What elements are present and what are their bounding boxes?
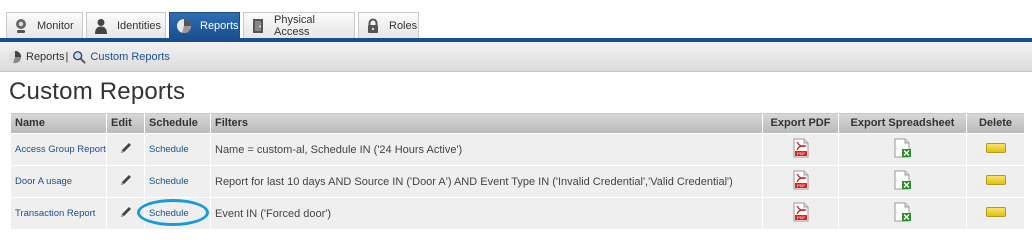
schedule-highlight: Schedule — [137, 199, 209, 226]
highlight-circle — [137, 199, 209, 226]
webcam-icon — [13, 18, 29, 34]
col-header-export-spreadsheet: Export Spreadsheet — [838, 112, 967, 134]
col-header-export-pdf: Export PDF — [762, 112, 839, 134]
pdf-export-icon[interactable]: PDF — [793, 202, 809, 222]
table-header-row: Name Edit Schedule Filters Export PDF Ex… — [10, 112, 1025, 134]
schedule-link[interactable]: Schedule — [149, 176, 189, 187]
report-filters: Report for last 10 days AND Source IN ('… — [210, 165, 763, 198]
tab-label: Physical Access — [274, 13, 315, 38]
svg-text:PDF: PDF — [797, 215, 806, 220]
spreadsheet-export-icon[interactable] — [894, 202, 912, 222]
table-row: Access Group Report Schedule Name = cust… — [10, 133, 1025, 166]
top-nav-bar: Monitor Identities Reports Physical Acce… — [0, 0, 1032, 40]
door-icon — [250, 18, 266, 34]
spreadsheet-export-icon[interactable] — [894, 170, 912, 190]
col-header-name[interactable]: Name — [10, 112, 107, 134]
report-name-link[interactable]: Transaction Report — [15, 208, 95, 219]
col-header-edit: Edit — [106, 112, 145, 134]
tab-label: Reports — [200, 19, 239, 32]
svg-text:PDF: PDF — [797, 151, 806, 156]
tab-label: Roles — [389, 19, 418, 32]
delete-icon[interactable] — [985, 175, 1006, 185]
tab-physical-access[interactable]: Physical Access — [243, 12, 355, 38]
breadcrumb-separator: | — [65, 50, 69, 63]
report-filters: Event IN ('Forced door') — [210, 197, 763, 230]
delete-icon[interactable] — [985, 143, 1006, 153]
pdf-export-icon[interactable]: PDF — [793, 170, 809, 190]
delete-icon[interactable] — [985, 207, 1006, 217]
tab-label: Monitor — [37, 19, 74, 32]
tab-identities[interactable]: Identities — [86, 12, 166, 38]
col-header-filters: Filters — [210, 112, 763, 134]
page-title: Custom Reports — [9, 78, 186, 105]
col-header-schedule: Schedule — [144, 112, 211, 134]
edit-pencil-icon[interactable] — [119, 143, 133, 158]
table-row: Door A usage Schedule Report for last 10… — [10, 165, 1025, 198]
tab-monitor[interactable]: Monitor — [6, 12, 83, 38]
tab-list: Monitor Identities Reports Physical Acce… — [6, 12, 422, 38]
schedule-link[interactable]: Schedule — [149, 144, 189, 155]
svg-text:PDF: PDF — [797, 183, 806, 188]
report-name-link[interactable]: Access Group Report — [15, 144, 106, 155]
tab-label: Identities — [117, 19, 162, 32]
breadcrumb: Reports | Custom Reports — [0, 42, 1032, 72]
pdf-export-icon[interactable]: PDF — [793, 138, 809, 158]
breadcrumb-root[interactable]: Reports — [26, 51, 65, 63]
col-header-delete: Delete — [966, 112, 1025, 134]
tab-reports[interactable]: Reports — [169, 12, 240, 38]
edit-pencil-icon[interactable] — [119, 207, 133, 222]
tab-roles[interactable]: Roles — [358, 12, 419, 38]
edit-pencil-icon[interactable] — [119, 175, 133, 190]
pie-chart-icon — [8, 50, 22, 64]
breadcrumb-current[interactable]: Custom Reports — [90, 51, 169, 63]
table-row: Transaction Report Schedule Event IN ('F… — [10, 197, 1025, 230]
person-icon — [93, 18, 109, 34]
report-name-link[interactable]: Door A usage — [15, 176, 72, 187]
report-filters: Name = custom-al, Schedule IN ('24 Hours… — [210, 133, 763, 166]
spreadsheet-export-icon[interactable] — [894, 138, 912, 158]
magnifier-icon — [72, 50, 87, 64]
reports-table: Name Edit Schedule Filters Export PDF Ex… — [10, 112, 1025, 230]
lock-icon — [365, 18, 381, 34]
pie-chart-icon — [176, 18, 192, 34]
